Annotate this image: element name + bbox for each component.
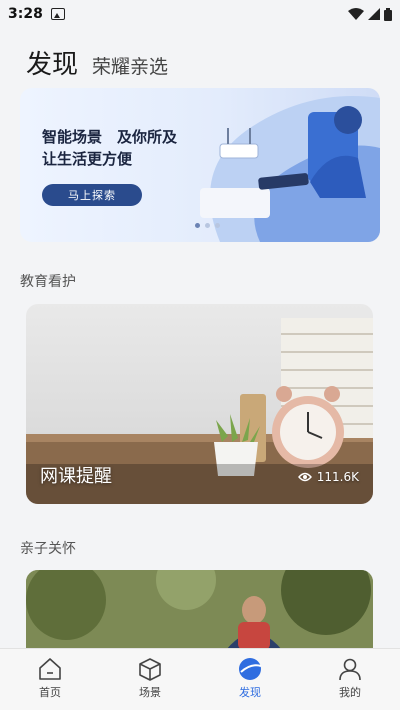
status-icons bbox=[348, 7, 392, 21]
person-icon bbox=[339, 658, 361, 681]
battery-icon bbox=[384, 7, 392, 21]
nav-item-profile[interactable]: 我的 bbox=[300, 649, 400, 710]
card-view-count: 111.6K bbox=[297, 470, 359, 484]
nav-item-home[interactable]: 首页 bbox=[0, 649, 100, 710]
nav-label-discover: 发现 bbox=[239, 686, 261, 699]
discover-icon bbox=[239, 658, 262, 680]
wifi-icon bbox=[348, 8, 364, 20]
nav-label-home: 首页 bbox=[39, 686, 61, 699]
bottom-navigation: 首页 场景 发现 我的 bbox=[0, 648, 400, 710]
nav-item-discover[interactable]: 发现 bbox=[200, 649, 300, 710]
image-notification-icon bbox=[50, 8, 65, 20]
content-card-parenting[interactable] bbox=[26, 570, 373, 650]
nav-label-scenes: 场景 bbox=[139, 686, 161, 699]
content-card-online-class[interactable]: 网课提醒 111.6K bbox=[26, 304, 373, 504]
banner-dot bbox=[205, 223, 210, 228]
page-header: 发现 荣耀亲选 bbox=[26, 44, 168, 81]
view-count-text: 111.6K bbox=[316, 470, 359, 484]
eye-icon bbox=[297, 472, 312, 482]
nav-item-scenes[interactable]: 场景 bbox=[100, 649, 200, 710]
status-bar: 3:28 bbox=[0, 0, 400, 28]
banner-dot bbox=[195, 223, 200, 228]
section-label-parenting: 亲子关怀 bbox=[20, 541, 76, 557]
banner-dot bbox=[215, 223, 220, 228]
section-label-education: 教育看护 bbox=[20, 274, 76, 290]
promo-banner[interactable]: 智能场景 及你所及 让生活更方便 马上探索 bbox=[20, 88, 380, 242]
card-image bbox=[26, 570, 373, 650]
signal-icon bbox=[368, 8, 380, 20]
home-icon bbox=[39, 658, 61, 680]
banner-headline-line1: 智能场景 及你所及 bbox=[42, 128, 178, 146]
banner-pagination bbox=[195, 223, 220, 228]
page-subtitle[interactable]: 荣耀亲选 bbox=[92, 52, 168, 79]
banner-headline-line2: 让生活更方便 bbox=[42, 150, 133, 168]
card-title: 网课提醒 bbox=[40, 466, 112, 487]
nav-label-profile: 我的 bbox=[339, 686, 361, 699]
cube-icon bbox=[139, 658, 161, 681]
explore-button[interactable]: 马上探索 bbox=[42, 184, 142, 206]
page-title: 发现 bbox=[26, 50, 79, 80]
status-time: 3:28 bbox=[8, 6, 43, 22]
banner-headline: 智能场景 及你所及 让生活更方便 bbox=[42, 126, 212, 170]
